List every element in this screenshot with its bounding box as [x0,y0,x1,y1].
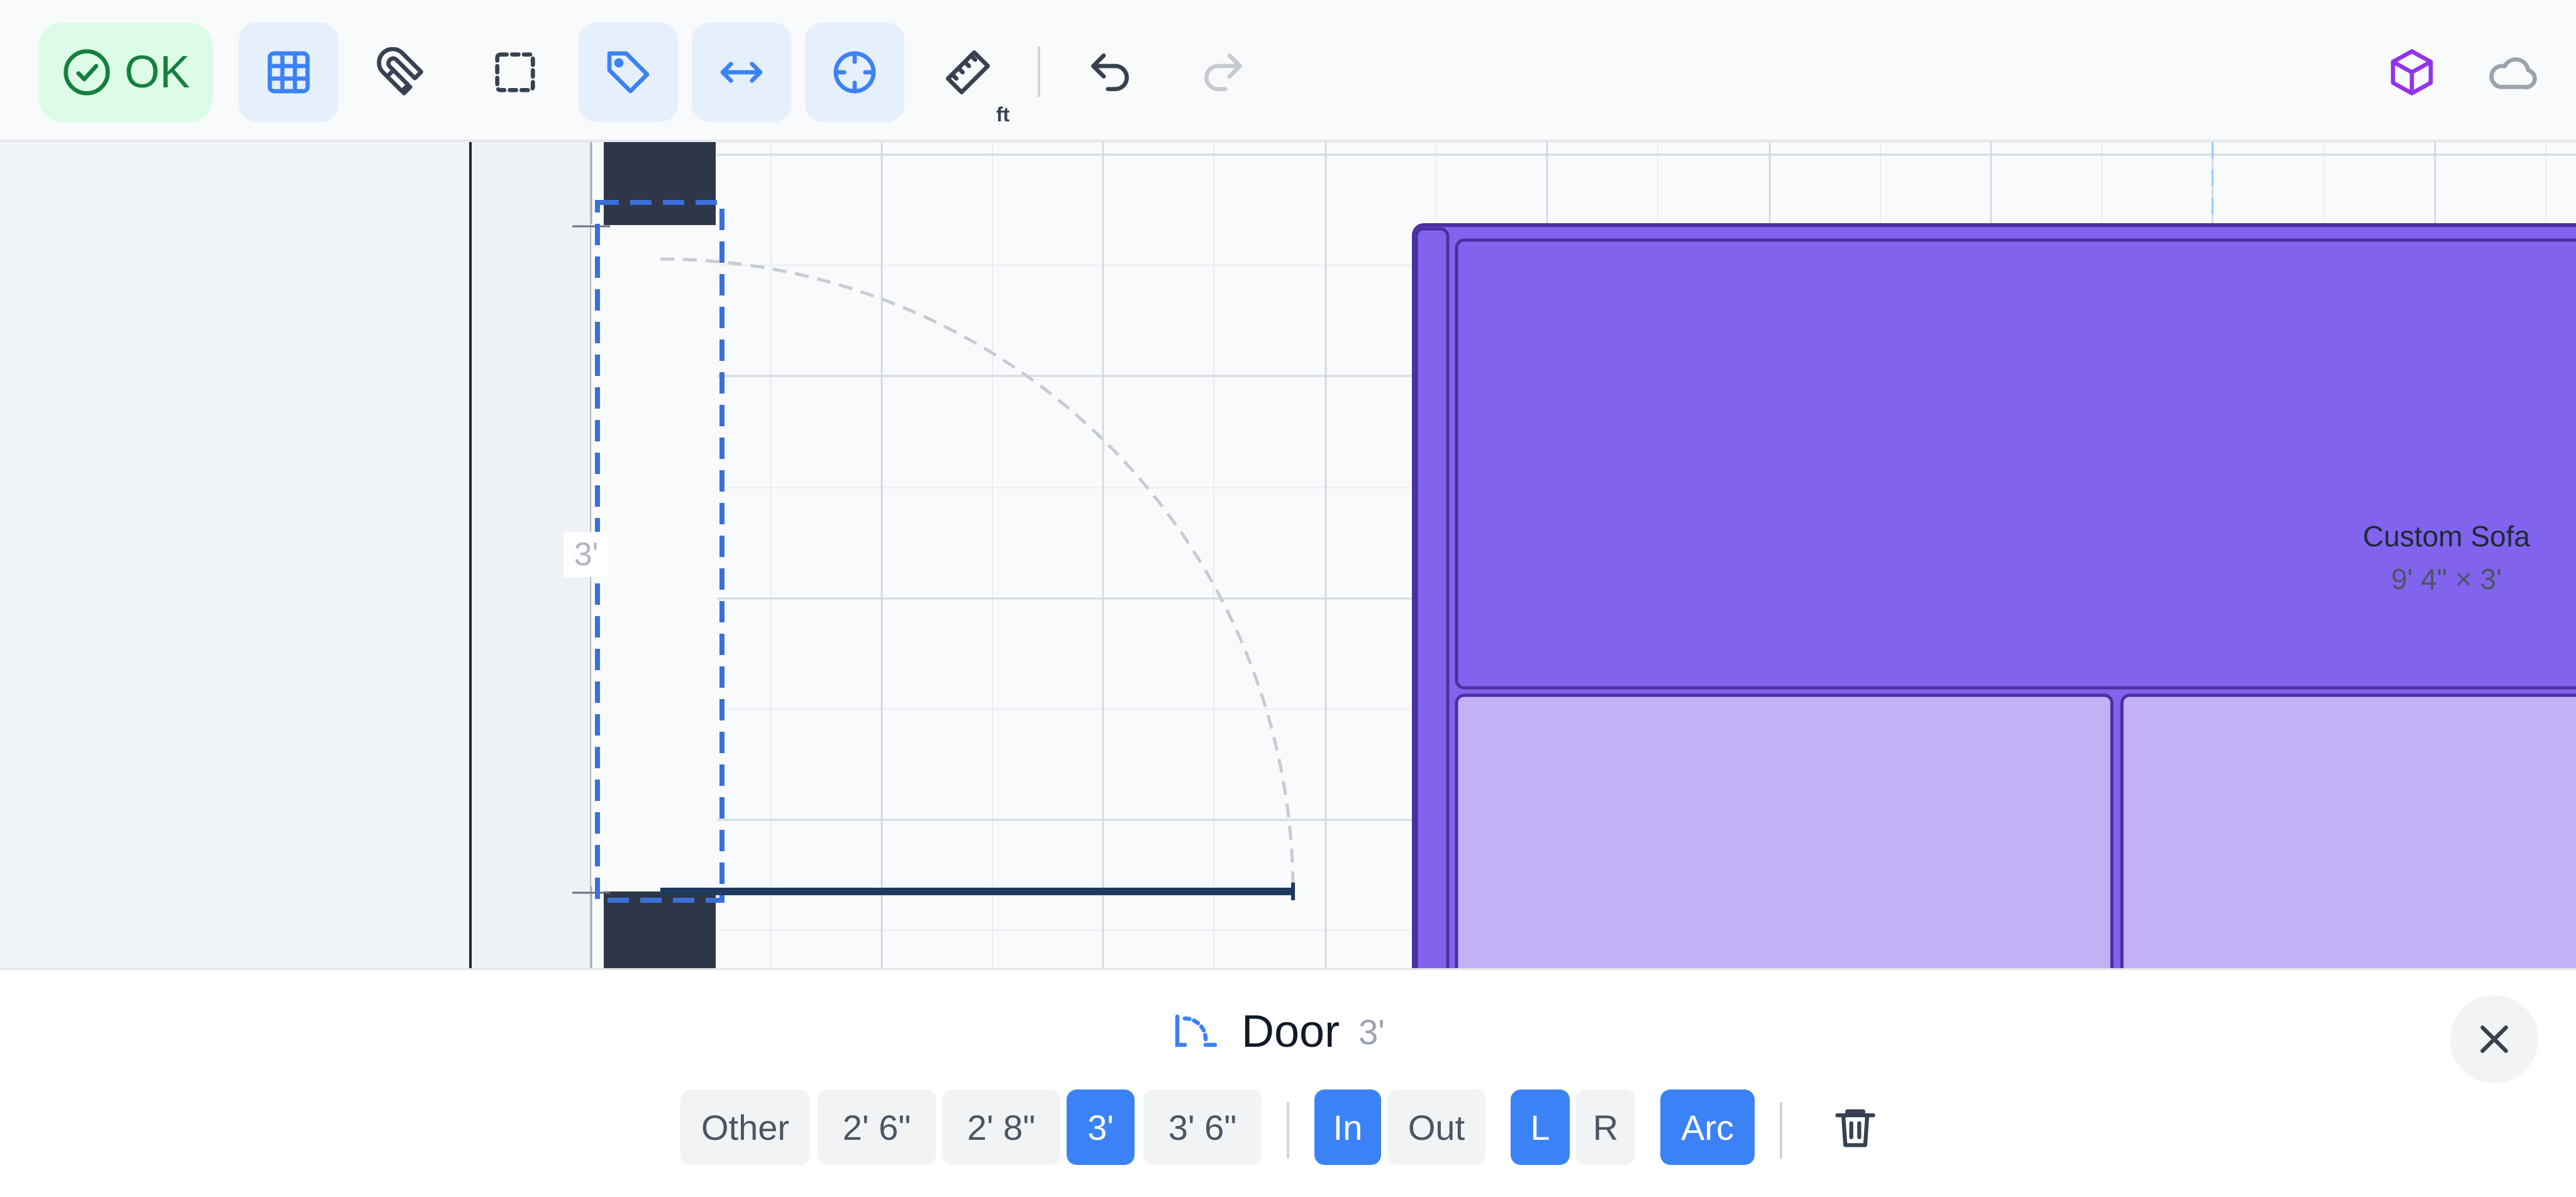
magnet-icon [377,47,423,96]
trash-icon [1835,1109,1875,1147]
panel-divider [1287,1102,1289,1159]
style-option-arc[interactable]: Arc [1660,1089,1755,1165]
delete-button[interactable] [1818,1089,1893,1165]
wall-segment-top[interactable] [604,142,716,225]
cube-icon [2390,49,2433,96]
floorplan-canvas[interactable]: 3' Custom Sofa 9' 4" × 3' [0,142,2576,968]
dimensions-toggle-button[interactable] [692,23,791,122]
panel-divider [1780,1102,1782,1159]
labels-toggle-button[interactable] [579,23,678,122]
grid-toggle-button[interactable] [239,23,338,122]
outside-area [0,142,470,968]
close-panel-button[interactable] [2450,995,2538,1083]
hinge-option-right[interactable]: R [1576,1089,1635,1165]
unit-label: ft [996,103,1010,126]
redo-button[interactable] [1174,23,1273,122]
sofa-seat-cushion-1 [1455,693,2114,968]
sofa-arm-left [1414,227,1450,968]
sofa-back-cushion [1455,238,2576,690]
redo-icon [1204,53,1242,92]
ok-button[interactable]: OK [39,23,213,122]
sofa-name-label: Custom Sofa [2363,520,2530,553]
arrows-h-icon [720,62,763,83]
width-option-2-8[interactable]: 2' 8" [942,1089,1060,1165]
width-option-other[interactable]: Other [680,1089,810,1165]
close-icon [2480,1025,2508,1053]
width-option-3[interactable]: 3' [1067,1089,1135,1165]
sofa[interactable] [1412,223,2576,968]
hinge-option-left[interactable]: L [1511,1089,1570,1165]
wall-segment-bottom[interactable] [604,891,716,968]
toolbar: OK ft [0,0,2576,142]
3d-view-button[interactable] [2362,23,2462,122]
cloud-icon [2489,57,2537,90]
swing-option-out[interactable]: Out [1387,1089,1485,1165]
door-title: Door [1241,1007,1340,1057]
snap-magnet-button[interactable] [352,23,452,122]
grid-icon [267,51,310,94]
width-option-2-6[interactable]: 2' 6" [818,1089,936,1165]
width-option-3-6[interactable]: 3' 6" [1143,1089,1262,1165]
select-rect-icon [495,52,535,92]
door-icon [1175,1014,1218,1047]
center-snap-button[interactable] [805,23,904,122]
sofa-seat-cushion-2 [2120,693,2576,968]
undo-button[interactable] [1060,23,1160,122]
sofa-dimensions-label: 9' 4" × 3' [2391,563,2502,595]
undo-icon [1091,53,1129,92]
ok-label: OK [124,47,191,97]
door-properties-panel: Door 3' Other 2' 6" 2' 8" 3' 3' 6" In Ou… [0,968,2576,1197]
door-opening [591,224,717,886]
door-size-label: 3' [1358,1012,1385,1052]
door-width-dimension-label: 3' [564,532,609,577]
crosshair-icon [833,51,876,94]
swing-option-in[interactable]: In [1314,1089,1381,1165]
ruler-icon [946,50,990,95]
toolbar-divider [1038,47,1040,97]
check-circle-icon [64,49,110,96]
tag-icon [607,51,650,94]
select-area-button[interactable] [465,23,565,122]
cloud-sync-button[interactable] [2463,23,2562,122]
door-title-row: Door 3' [1170,1000,1385,1063]
